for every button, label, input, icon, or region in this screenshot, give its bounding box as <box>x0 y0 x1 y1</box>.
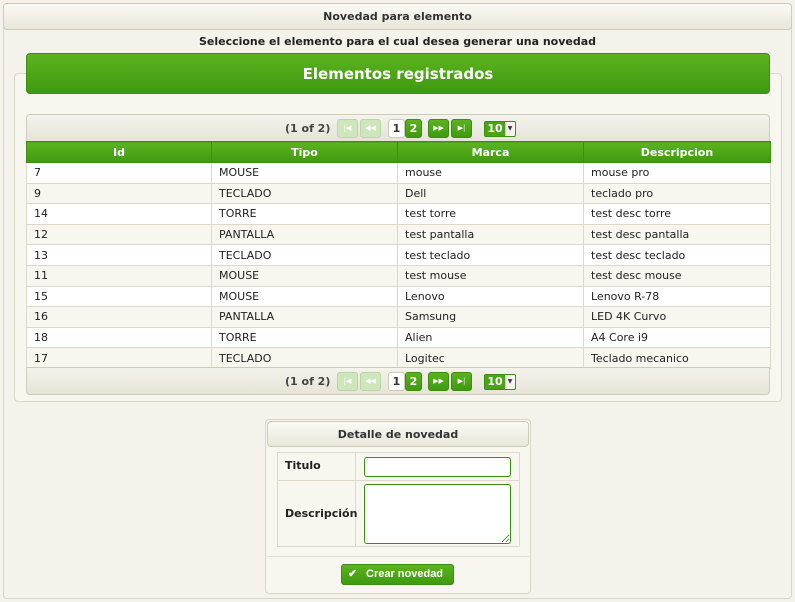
first-page-icon[interactable]: |◀ <box>337 372 358 391</box>
cell-id: 11 <box>26 264 212 287</box>
cell-id: 12 <box>26 223 212 246</box>
table-row[interactable]: 7 MOUSE mouse mouse pro <box>26 162 771 184</box>
cell-id: 14 <box>26 203 212 225</box>
cell-tipo: PANTALLA <box>211 223 398 246</box>
table-row[interactable]: 13 TECLADO test teclado test desc teclado <box>26 244 771 266</box>
cell-descripcion: test desc pantalla <box>583 223 771 246</box>
page-title: Novedad para elemento <box>3 3 792 30</box>
elements-table: Id Tipo Marca Descripcion 7 MOUSE mouse mou… <box>26 141 771 369</box>
table-row[interactable]: 16 PANTALLA Samsung LED 4K Curvo <box>26 306 771 328</box>
cell-tipo: TECLADO <box>211 182 398 205</box>
rows-per-page-select[interactable]: 10 ▼ <box>484 374 516 390</box>
instruction-text: Seleccione el elemento para el cual dese… <box>198 35 597 48</box>
table-row[interactable]: 18 TORRE Alien A4 Core i9 <box>26 326 771 349</box>
cell-id: 18 <box>26 326 212 349</box>
cell-id: 16 <box>26 306 212 328</box>
crear-novedad-button[interactable]: ✔ Crear novedad <box>341 564 454 585</box>
next-page-icon[interactable]: ▶▶ <box>428 119 449 138</box>
chevron-down-icon: ▼ <box>505 123 514 135</box>
page-link-2[interactable]: 2 <box>405 119 422 138</box>
cell-descripcion: test desc teclado <box>583 244 771 266</box>
detail-form: Titulo Descripción <box>277 452 520 547</box>
paginator-bottom: (1 of 2) |◀ ◀◀ 1 2 ▶▶ ▶| 10 ▼ <box>26 367 770 395</box>
column-header-descripcion[interactable]: Descripcion <box>583 141 771 163</box>
table-row[interactable]: 11 MOUSE test mouse test desc mouse <box>26 264 771 287</box>
page-count: (1 of 2) <box>285 122 331 135</box>
table-row[interactable]: 9 TECLADO Dell teclado pro <box>26 182 771 205</box>
cell-descripcion: mouse pro <box>583 162 771 184</box>
cell-tipo: TORRE <box>211 326 398 349</box>
cell-tipo: PANTALLA <box>211 306 398 328</box>
column-header-marca[interactable]: Marca <box>397 141 584 163</box>
check-icon: ✔ <box>348 568 358 580</box>
cell-marca: test torre <box>397 203 584 225</box>
cell-descripcion: LED 4K Curvo <box>583 306 771 328</box>
detail-title: Detalle de novedad <box>267 421 529 447</box>
cell-descripcion: test desc torre <box>583 203 771 225</box>
column-header-id[interactable]: Id <box>26 141 212 163</box>
crear-novedad-label: Crear novedad <box>366 568 444 580</box>
cell-marca: test pantalla <box>397 223 584 246</box>
first-page-icon[interactable]: |◀ <box>337 119 358 138</box>
chevron-down-icon: ▼ <box>505 376 514 388</box>
table-row[interactable]: 14 TORRE test torre test desc torre <box>26 203 771 225</box>
cell-marca: test teclado <box>397 244 584 266</box>
cell-marca: Dell <box>397 182 584 205</box>
cell-marca: Alien <box>397 326 584 349</box>
elements-title: Elementos registrados <box>26 53 770 94</box>
cell-tipo: MOUSE <box>211 162 398 184</box>
cell-tipo: MOUSE <box>211 264 398 287</box>
table-row[interactable]: 17 TECLADO Logitec Teclado mecanico <box>26 347 771 369</box>
last-page-icon[interactable]: ▶| <box>451 372 472 391</box>
cell-id: 17 <box>26 347 212 369</box>
descripcion-textarea[interactable] <box>364 483 511 544</box>
cell-tipo: TECLADO <box>211 244 398 266</box>
cell-id: 13 <box>26 244 212 266</box>
page-link-2[interactable]: 2 <box>405 372 422 391</box>
cell-descripcion: A4 Core i9 <box>583 326 771 349</box>
cell-id: 9 <box>26 182 212 205</box>
cell-id: 7 <box>26 162 212 184</box>
cell-descripcion: Teclado mecanico <box>583 347 771 369</box>
prev-page-icon[interactable]: ◀◀ <box>360 372 381 391</box>
last-page-icon[interactable]: ▶| <box>451 119 472 138</box>
table-row[interactable]: 12 PANTALLA test pantalla test desc pantall… <box>26 223 771 246</box>
next-page-icon[interactable]: ▶▶ <box>428 372 449 391</box>
cell-marca: mouse <box>397 162 584 184</box>
titulo-input[interactable] <box>364 456 511 477</box>
page-link-1[interactable]: 1 <box>388 372 405 391</box>
cell-tipo: TECLADO <box>211 347 398 369</box>
cell-tipo: TORRE <box>211 203 398 225</box>
page-count: (1 of 2) <box>285 375 331 388</box>
cell-descripcion: Lenovo R-78 <box>583 285 771 308</box>
cell-descripcion: test desc mouse <box>583 264 771 287</box>
descripcion-cell <box>355 480 520 547</box>
rows-per-page-select[interactable]: 10 ▼ <box>484 121 516 137</box>
cell-id: 15 <box>26 285 212 308</box>
rows-per-page-value: 10 <box>485 375 505 389</box>
divider <box>267 556 529 557</box>
descripcion-label: Descripción <box>277 480 357 547</box>
cell-marca: Samsung <box>397 306 584 328</box>
cell-marca: Logitec <box>397 347 584 369</box>
cell-descripcion: teclado pro <box>583 182 771 205</box>
titulo-label: Titulo <box>277 452 356 481</box>
titulo-cell <box>355 452 520 481</box>
rows-per-page-value: 10 <box>485 122 505 136</box>
table-row[interactable]: 15 MOUSE Lenovo Lenovo R-78 <box>26 285 771 308</box>
column-header-tipo[interactable]: Tipo <box>211 141 398 163</box>
cell-marca: test mouse <box>397 264 584 287</box>
paginator-top: (1 of 2) |◀ ◀◀ 1 2 ▶▶ ▶| 10 ▼ <box>26 114 770 142</box>
cell-marca: Lenovo <box>397 285 584 308</box>
prev-page-icon[interactable]: ◀◀ <box>360 119 381 138</box>
page-link-1[interactable]: 1 <box>388 119 405 138</box>
cell-tipo: MOUSE <box>211 285 398 308</box>
